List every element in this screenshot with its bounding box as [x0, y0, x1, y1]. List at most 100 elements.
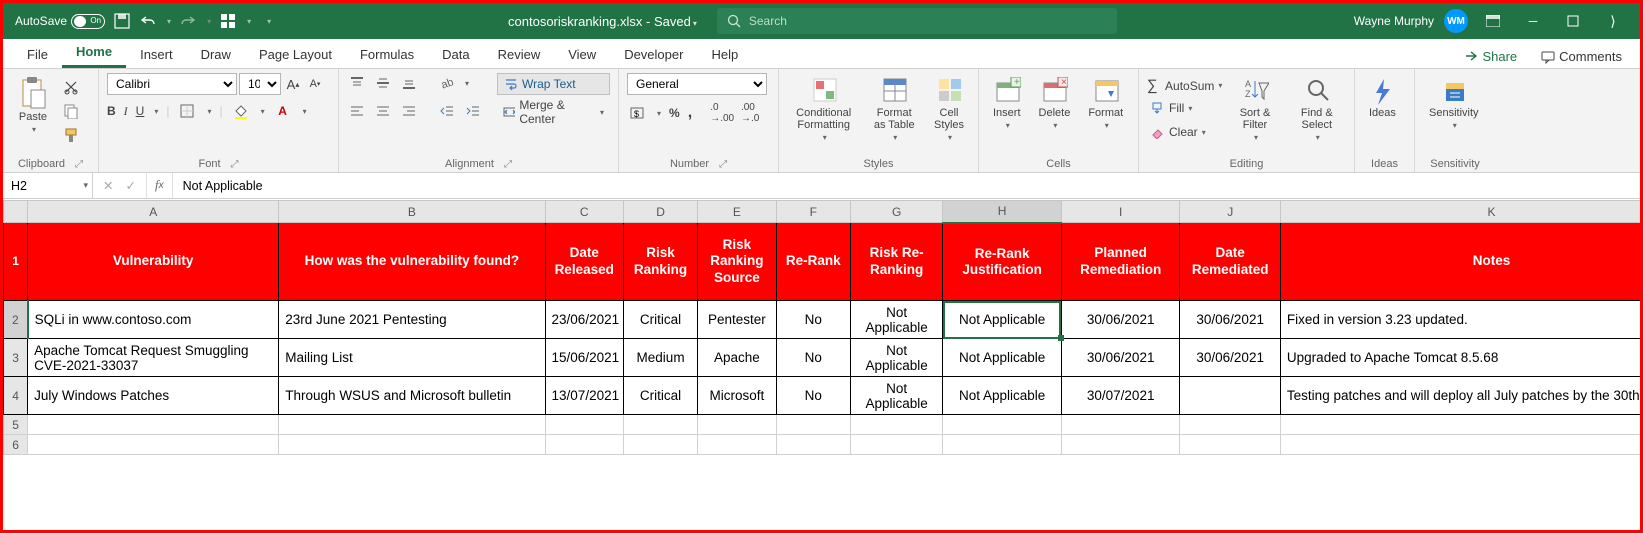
table-header-cell[interactable]: Risk Re-Ranking: [850, 223, 942, 301]
fill-button[interactable]: Fill▾: [1147, 98, 1222, 118]
tab-insert[interactable]: Insert: [126, 41, 187, 68]
tab-file[interactable]: File: [13, 41, 62, 68]
comments-button[interactable]: Comments: [1533, 45, 1630, 68]
cell[interactable]: Mailing List: [279, 339, 545, 377]
format-cells-button[interactable]: Format▾: [1082, 73, 1129, 134]
share-button[interactable]: Share: [1456, 45, 1525, 68]
cell[interactable]: Not Applicable: [850, 339, 942, 377]
sensitivity-button[interactable]: Sensitivity▾: [1423, 73, 1485, 134]
format-painter-icon[interactable]: [61, 125, 81, 145]
table-header-cell[interactable]: How was the vulnerability found?: [279, 223, 545, 301]
bold-button[interactable]: B: [107, 104, 116, 118]
table-header-cell[interactable]: Date Released: [545, 223, 623, 301]
column-header[interactable]: D: [623, 201, 697, 223]
orientation-icon[interactable]: ab: [437, 73, 457, 93]
autosum-button[interactable]: ∑ AutoSum▾: [1147, 77, 1222, 94]
cell[interactable]: Fixed in version 3.23 updated.: [1280, 301, 1640, 339]
column-header[interactable]: E: [698, 201, 776, 223]
search-input[interactable]: Search: [717, 8, 1117, 34]
table-header-cell[interactable]: Planned Remediation: [1061, 223, 1180, 301]
cell[interactable]: 30/06/2021: [1180, 301, 1280, 339]
increase-indent-icon[interactable]: [463, 101, 483, 121]
worksheet[interactable]: ABCDEFGHIJK1VulnerabilityHow was the vul…: [3, 200, 1640, 530]
cell[interactable]: [850, 435, 942, 455]
table-header-cell[interactable]: Date Remediated: [1180, 223, 1280, 301]
cell[interactable]: Apache: [698, 339, 776, 377]
ribbon-display-icon[interactable]: [1478, 12, 1508, 30]
cell[interactable]: No: [776, 301, 850, 339]
cell[interactable]: 30/06/2021: [1061, 339, 1180, 377]
cell[interactable]: [279, 435, 545, 455]
maximize-icon[interactable]: [1558, 12, 1588, 30]
tab-help[interactable]: Help: [697, 41, 752, 68]
cell[interactable]: [943, 435, 1062, 455]
paste-button[interactable]: Paste▾: [11, 73, 55, 138]
font-name-select[interactable]: Calibri: [107, 73, 237, 95]
minimize-icon[interactable]: ─: [1518, 12, 1548, 30]
number-format-select[interactable]: General: [627, 73, 767, 95]
cell[interactable]: [1180, 435, 1280, 455]
row-header[interactable]: 5: [4, 415, 28, 435]
decrease-decimal-icon[interactable]: .00→.0: [740, 103, 760, 123]
cell[interactable]: [1061, 435, 1180, 455]
cell-styles-button[interactable]: Cell Styles▾: [928, 73, 970, 146]
font-color-icon[interactable]: A: [273, 101, 293, 121]
cell[interactable]: [545, 415, 623, 435]
align-left-icon[interactable]: [347, 101, 367, 121]
clear-button[interactable]: Clear▾: [1147, 122, 1222, 142]
cell[interactable]: 23rd June 2021 Pentesting: [279, 301, 545, 339]
cell[interactable]: Microsoft: [698, 377, 776, 415]
cell[interactable]: [28, 415, 279, 435]
cell[interactable]: 23/06/2021: [545, 301, 623, 339]
column-header[interactable]: G: [850, 201, 942, 223]
quick-grid-icon[interactable]: [219, 12, 237, 30]
cell[interactable]: Critical: [623, 301, 697, 339]
cell[interactable]: 13/07/2021: [545, 377, 623, 415]
cell[interactable]: Through WSUS and Microsoft bulletin: [279, 377, 545, 415]
cell[interactable]: [776, 435, 850, 455]
row-header[interactable]: 3: [4, 339, 28, 377]
alignment-launcher-icon[interactable]: ⤢: [498, 159, 512, 170]
row-header[interactable]: 4: [4, 377, 28, 415]
table-header-cell[interactable]: Notes: [1280, 223, 1640, 301]
column-header[interactable]: J: [1180, 201, 1280, 223]
underline-button[interactable]: U: [136, 104, 145, 118]
tab-data[interactable]: Data: [428, 41, 483, 68]
increase-decimal-icon[interactable]: .0→.00: [712, 103, 732, 123]
cell[interactable]: Apache Tomcat Request Smuggling CVE-2021…: [28, 339, 279, 377]
copy-icon[interactable]: [61, 101, 81, 121]
tab-developer[interactable]: Developer: [610, 41, 697, 68]
insert-cells-button[interactable]: + Insert▾: [987, 73, 1027, 134]
column-header[interactable]: H: [943, 201, 1062, 223]
cell[interactable]: No: [776, 339, 850, 377]
table-header-cell[interactable]: Re-Rank: [776, 223, 850, 301]
comma-format-icon[interactable]: ,: [688, 104, 692, 122]
autosave-toggle[interactable]: AutoSave On: [15, 14, 105, 29]
table-header-cell[interactable]: Risk Ranking Source: [698, 223, 776, 301]
accounting-format-icon[interactable]: $: [627, 103, 647, 123]
cell[interactable]: Not Applicable: [850, 377, 942, 415]
cell[interactable]: [1280, 435, 1640, 455]
cell[interactable]: 15/06/2021: [545, 339, 623, 377]
cell[interactable]: Not Applicable: [943, 301, 1062, 339]
align-center-icon[interactable]: [373, 101, 393, 121]
column-header[interactable]: A: [28, 201, 279, 223]
cell[interactable]: Pentester: [698, 301, 776, 339]
tab-review[interactable]: Review: [484, 41, 555, 68]
cell[interactable]: [1180, 415, 1280, 435]
column-header[interactable]: I: [1061, 201, 1180, 223]
cell[interactable]: [1180, 377, 1280, 415]
percent-format-icon[interactable]: %: [669, 106, 680, 120]
cut-icon[interactable]: [61, 77, 81, 97]
delete-cells-button[interactable]: × Delete▾: [1033, 73, 1077, 134]
close-icon[interactable]: ⟩: [1598, 12, 1628, 30]
cell[interactable]: Not Applicable: [943, 377, 1062, 415]
cell[interactable]: Testing patches and will deploy all July…: [1280, 377, 1640, 415]
cell[interactable]: [623, 415, 697, 435]
fill-color-icon[interactable]: [231, 101, 251, 121]
cell[interactable]: July Windows Patches: [28, 377, 279, 415]
cell[interactable]: [776, 415, 850, 435]
select-all-corner[interactable]: [4, 201, 28, 223]
ideas-button[interactable]: Ideas: [1363, 73, 1402, 123]
column-header[interactable]: F: [776, 201, 850, 223]
